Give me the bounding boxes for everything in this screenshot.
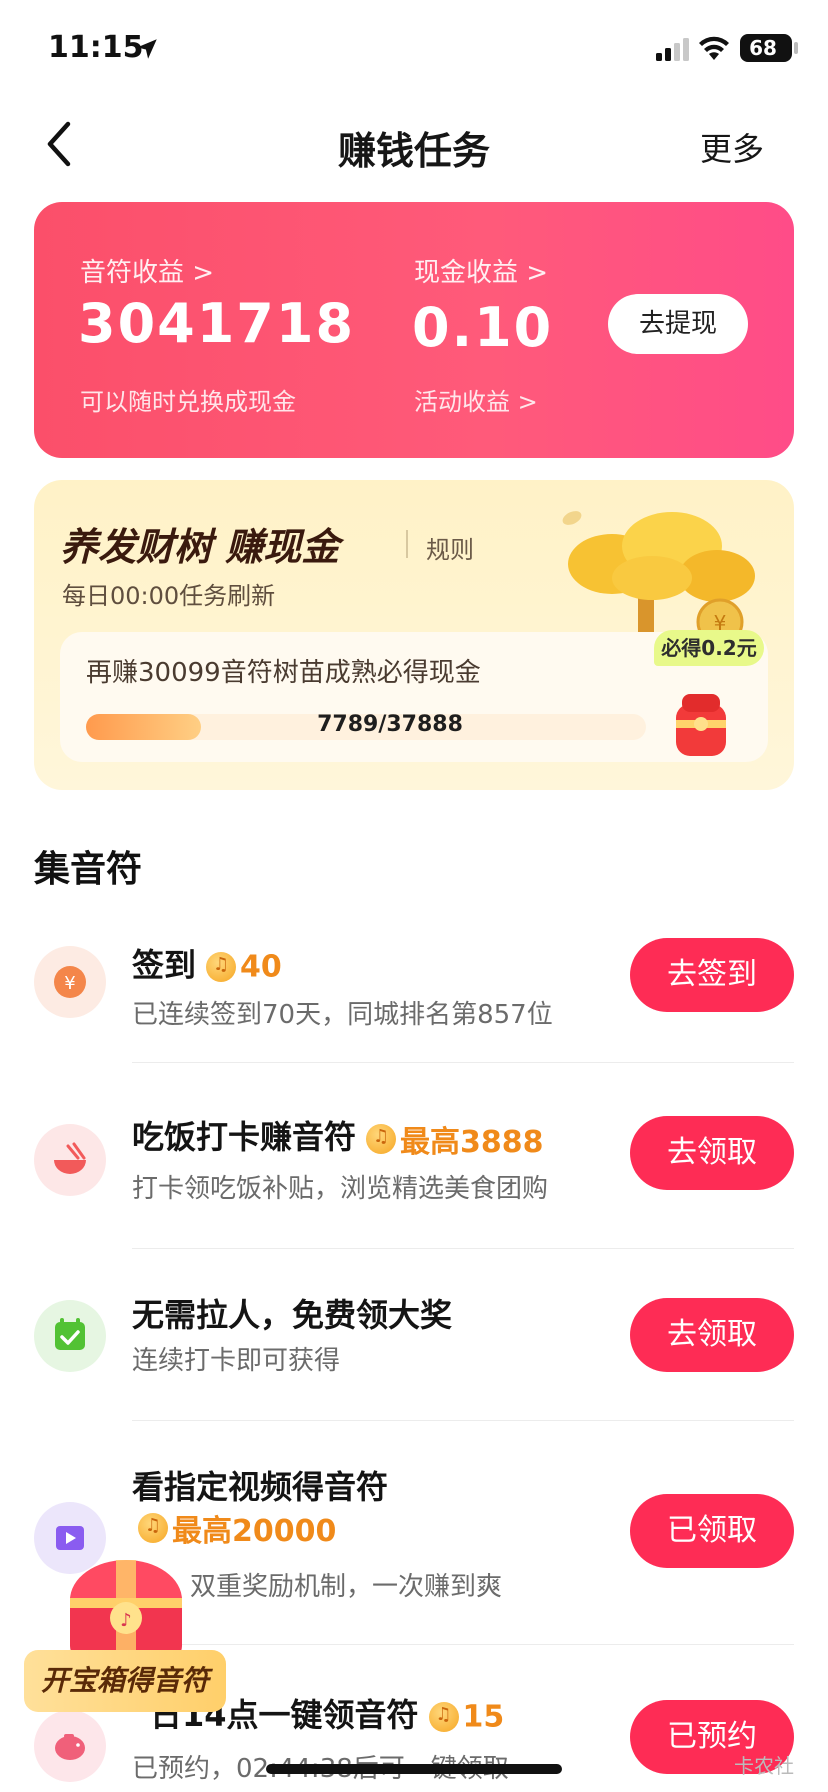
more-button[interactable]: 更多 (700, 124, 764, 170)
battery-indicator: 68 (740, 34, 792, 62)
claim-button[interactable]: 去领取 (630, 1298, 794, 1372)
cash-earnings-value: 0.10 (412, 296, 554, 359)
location-arrow-icon (137, 39, 157, 59)
task-title: 吃饭打卡赚音符 最高3888 (132, 1112, 544, 1161)
section-title: 集音符 (34, 849, 143, 890)
task-reward: 40 (240, 949, 282, 985)
treasure-chest-icon[interactable]: ♪ (56, 1542, 196, 1666)
status-time: 11:15 (48, 30, 144, 65)
task-title-text: 签到 (132, 946, 197, 984)
music-note-coin-icon (138, 1513, 168, 1543)
wifi-icon (699, 36, 729, 60)
tree-progress-text: 再赚30099音符树苗成熟必得现金 (86, 658, 481, 688)
task-icon-wrapper (34, 1300, 106, 1372)
task-desc: 打卡领吃饭补贴，浏览精选美食团购 (132, 1174, 549, 1204)
yuan-coin-icon: ¥ (54, 966, 86, 998)
piggy-bank-icon (55, 1734, 85, 1760)
status-bar: 11:15 68 (0, 0, 828, 100)
task-icon-wrapper: ¥ (34, 946, 106, 1018)
rules-link[interactable]: 规则 (426, 530, 474, 565)
task-title: 无需拉人，免费领大奖 (132, 1296, 453, 1334)
earnings-card: 音符收益 > 3041718 可以随时兑换成现金 现金收益 > 0.10 活动收… (34, 202, 794, 458)
money-tree-card[interactable]: 养发财树 赚现金 规则 每日00:00任务刷新 ¥ 再赚30099音符树苗成熟必… (34, 480, 794, 790)
activity-earnings-link[interactable]: 活动收益 > (414, 382, 538, 417)
withdraw-button[interactable]: 去提现 (608, 294, 748, 354)
red-envelope-icon (676, 694, 726, 756)
money-tree-title: 养发财树 赚现金 (60, 525, 340, 569)
cash-earnings-link[interactable]: 现金收益 > (414, 252, 548, 289)
title-divider (406, 530, 408, 558)
task-icon-wrapper (34, 1124, 106, 1196)
battery-level: 68 (749, 36, 777, 60)
task-reward: 最高3888 (400, 1125, 544, 1160)
home-indicator (266, 1764, 562, 1774)
claim-button[interactable]: 去领取 (630, 1116, 794, 1190)
svg-text:¥: ¥ (64, 973, 75, 994)
svg-text:♪: ♪ (120, 1610, 132, 1631)
claimed-button[interactable]: 已领取 (630, 1494, 794, 1568)
reward-badge: 必得0.2元 (654, 630, 764, 666)
divider (132, 1644, 794, 1645)
checkin-button[interactable]: 去签到 (630, 938, 794, 1012)
divider (132, 1248, 794, 1249)
task-title-text: 吃饭打卡赚音符 (132, 1118, 357, 1156)
task-reward: 最高20000 (172, 1514, 337, 1549)
cellular-signal-icon (656, 38, 689, 61)
refresh-note: 每日00:00任务刷新 (62, 582, 276, 610)
divider (132, 1420, 794, 1421)
task-reward: 15 (462, 1699, 505, 1735)
task-icon-wrapper (34, 1710, 106, 1782)
music-note-coin-icon (206, 952, 237, 982)
task-title: 看指定视频得音符 (132, 1468, 389, 1506)
task-desc: 已连续签到70天，同城排名第857位 (132, 1000, 553, 1030)
watermark: 卡农社 (734, 1754, 794, 1778)
open-treasure-button[interactable]: 开宝箱得音符 (24, 1650, 226, 1712)
notes-earnings-value: 3041718 (78, 292, 356, 355)
notes-earnings-sub: 可以随时兑换成现金 (80, 388, 296, 416)
task-desc: 连续打卡即可获得 (132, 1346, 341, 1376)
battery-cap (794, 42, 798, 54)
music-note-coin-icon (428, 1702, 459, 1732)
task-desc: 双重奖励机制，一次赚到爽 (190, 1572, 503, 1602)
task-title: 签到 40 (132, 940, 282, 986)
tree-progress-fill (86, 714, 202, 740)
music-note-coin-icon (366, 1124, 397, 1154)
notes-earnings-link[interactable]: 音符收益 > (80, 252, 214, 289)
calendar-check-icon (55, 1318, 85, 1350)
tree-progress-count: 7789/37888 (317, 712, 463, 737)
bowl-icon (54, 1142, 86, 1174)
divider (132, 1062, 794, 1063)
